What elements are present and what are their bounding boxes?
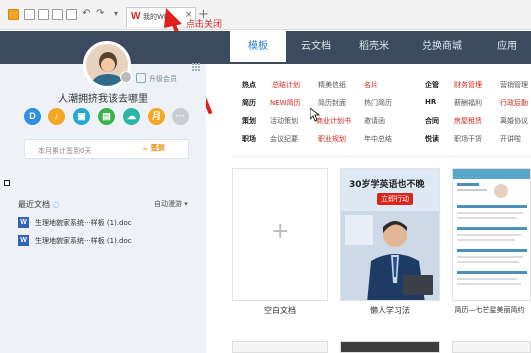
- refresh-icon[interactable]: ◌: [53, 200, 60, 209]
- calendar-icon[interactable]: ▤: [98, 108, 115, 125]
- more-icon[interactable]: ···: [172, 108, 189, 125]
- card-label: 空白文档: [264, 306, 296, 315]
- main-nav-bar: 模板 云文档 稻壳米 兑换商城 应用: [206, 31, 531, 64]
- undo-icon[interactable]: ↶: [82, 8, 90, 19]
- category-link[interactable]: 行政后勤: [500, 98, 528, 108]
- template-card-partial[interactable]: [452, 341, 531, 353]
- print-preview-icon[interactable]: [66, 9, 77, 20]
- export-icon[interactable]: [38, 9, 49, 20]
- category-heading: 简历: [242, 99, 256, 107]
- category-heading: 合同: [425, 117, 439, 125]
- checkin-button[interactable]: ☕ 签到: [142, 143, 184, 156]
- category-link[interactable]: 精美信纸: [318, 80, 346, 90]
- chevron-down-icon: ▾: [184, 200, 188, 208]
- card-label: 简历—七芒星美丽简约: [454, 306, 525, 314]
- vip-badge-icon: [120, 71, 132, 83]
- wps-logo-icon: W: [131, 11, 141, 22]
- shield-icon: [136, 73, 146, 83]
- checkin-bar: 本月累计签到0天 ☕ 签到: [24, 139, 189, 159]
- category-link[interactable]: 会议纪要: [270, 134, 298, 144]
- template-card-partial[interactable]: [340, 341, 440, 353]
- document-file-icon: W: [18, 217, 29, 228]
- category-link[interactable]: 热门简历: [364, 98, 392, 108]
- customize-menu-icon[interactable]: ▾: [114, 9, 118, 18]
- title-bar: ↶ ↷ ▾ W 我的WPS × + 点击关闭: [0, 0, 531, 30]
- category-link[interactable]: 总结计划: [272, 80, 300, 90]
- category-link[interactable]: 活动策划: [270, 116, 298, 126]
- blank-document-card[interactable]: +: [232, 168, 328, 301]
- recent-file-item[interactable]: W 生理地貌家系统···样板 (1).doc: [18, 217, 198, 229]
- businessman-photo: [341, 211, 439, 300]
- grid-menu-icon[interactable]: [192, 63, 200, 71]
- category-link[interactable]: 开讲啦: [500, 134, 521, 144]
- save-icon[interactable]: [24, 9, 35, 20]
- category-link[interactable]: 年中总结: [364, 134, 392, 144]
- category-link[interactable]: 商业计划书: [316, 116, 351, 126]
- plus-icon: +: [271, 219, 290, 244]
- category-link[interactable]: 营销管理: [500, 80, 528, 90]
- template-card-partial[interactable]: [232, 341, 328, 353]
- category-link[interactable]: 名片: [364, 80, 378, 90]
- card-headline: 30岁学英语也不晚: [349, 180, 425, 190]
- username: 人潮拥挤我该去哪里: [58, 94, 148, 105]
- open-folder-icon[interactable]: [8, 9, 19, 20]
- month-icon[interactable]: 月: [148, 108, 165, 125]
- category-link[interactable]: 离婚协议: [500, 116, 528, 126]
- audio-icon[interactable]: ♪: [48, 108, 65, 125]
- category-heading: 职场: [242, 135, 256, 143]
- tab-apps[interactable]: 应用: [482, 31, 531, 62]
- category-link[interactable]: 邀请函: [364, 116, 385, 126]
- category-link[interactable]: 职业规划: [318, 134, 346, 144]
- template-categories: 热点 总结计划 精美信纸 名片 简历 NEW简历 简历封面 热门简历 策划 活动…: [232, 75, 531, 150]
- recent-file-name: 生理地貌家系统···样板 (1).doc: [35, 219, 132, 227]
- redo-icon[interactable]: ↷: [96, 8, 104, 19]
- category-heading: 热点: [242, 81, 256, 89]
- checkin-label: 签到: [150, 144, 165, 152]
- docs-icon[interactable]: D: [24, 108, 41, 125]
- category-link[interactable]: 财务管理: [454, 80, 482, 90]
- selection-handle: [4, 180, 10, 186]
- recent-file-item[interactable]: W 生理地貌家系统···样板 (1).doc: [18, 235, 198, 247]
- mouse-cursor-icon: [310, 108, 320, 122]
- category-heading: 策划: [242, 117, 256, 125]
- category-link[interactable]: 职场干货: [454, 134, 482, 144]
- template-card-english[interactable]: 30岁学英语也不晚 立即行动: [340, 168, 440, 301]
- category-link[interactable]: NEW简历: [270, 98, 301, 108]
- tab-exchange-mall[interactable]: 兑换商城: [410, 31, 474, 62]
- card-label: 懒人学习法: [370, 306, 410, 315]
- auto-sync-toggle[interactable]: 自动漫游 ▾: [154, 199, 188, 209]
- checkin-count: 本月累计签到0天: [38, 147, 92, 155]
- category-link[interactable]: 房屋租赁: [454, 116, 482, 126]
- category-heading: 企管: [425, 81, 439, 89]
- checkin-icon: ☕: [142, 144, 149, 152]
- tab-cloud-docs[interactable]: 云文档: [288, 31, 344, 62]
- cloud-doc-icon[interactable]: ▣: [73, 108, 90, 125]
- template-card-resume[interactable]: [452, 168, 531, 301]
- category-heading: HR: [425, 98, 437, 106]
- category-link[interactable]: 简历封面: [318, 98, 346, 108]
- tab-templates[interactable]: 模板: [230, 31, 286, 62]
- tab-docer-rice[interactable]: 稻壳米: [346, 31, 402, 62]
- recent-documents-title: 最近文档 ◌: [18, 200, 60, 209]
- section-divider: [232, 156, 531, 157]
- cloud-icon[interactable]: ☁: [123, 108, 140, 125]
- upgrade-vip-link[interactable]: 升级会员: [149, 74, 177, 84]
- category-link[interactable]: 薪酬福利: [454, 98, 482, 108]
- recent-file-name: 生理地貌家系统···样板 (1).doc: [35, 237, 132, 245]
- card-cta-button[interactable]: 立即行动: [377, 193, 413, 205]
- document-file-icon: W: [18, 235, 29, 246]
- resume-preview: [453, 169, 530, 300]
- print-icon[interactable]: [52, 9, 63, 20]
- category-heading: 悦读: [425, 135, 439, 143]
- sidebar: 升级会员 人潮拥挤我该去哪里 D ♪ ▣ ▤ ☁ 月 ··· 本月累计签到0天 …: [0, 31, 206, 353]
